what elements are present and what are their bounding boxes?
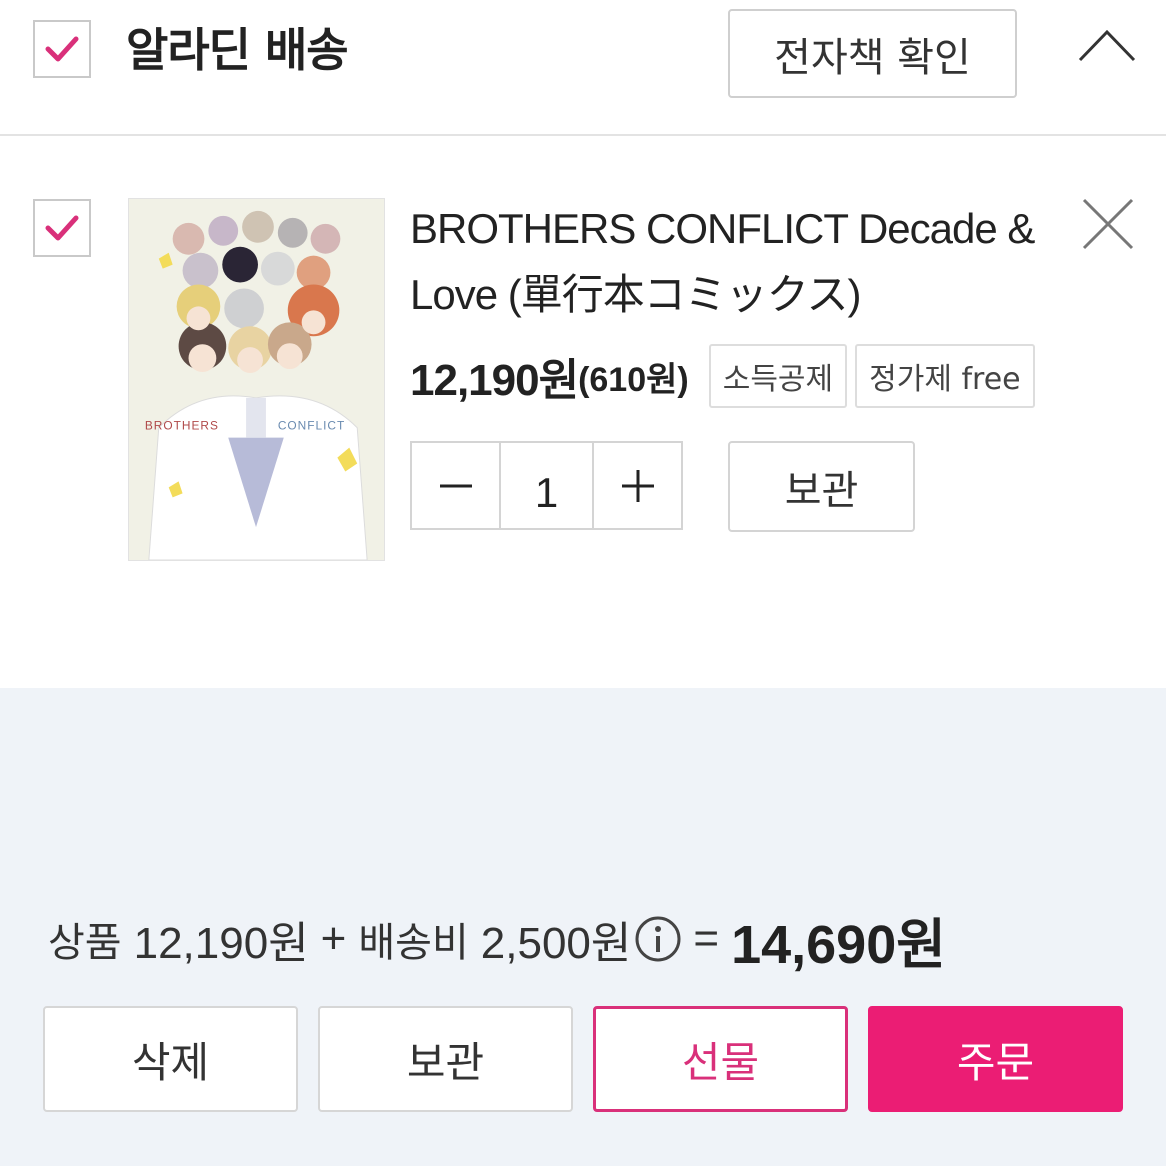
item-point: (610원) — [578, 360, 689, 399]
tag-fixed-price-free: 정가제 free — [855, 344, 1035, 408]
cover-text-right: CONFLICT — [278, 419, 345, 433]
total-amount: 14,690원 — [731, 914, 946, 975]
group-title: 알라딘 배송 — [126, 23, 349, 77]
cover-text-left: BROTHERS — [145, 419, 219, 433]
check-icon — [45, 215, 79, 241]
delete-button[interactable]: 삭제 — [43, 1006, 298, 1112]
tag-income-deduction: 소득공제 — [708, 344, 848, 408]
shipping-label: 배송비 — [358, 920, 469, 966]
price-summary: 상품 12,190원 + 배송비 2,500원 = 14,690원 — [48, 903, 946, 975]
chevron-up-icon[interactable] — [1076, 26, 1138, 66]
item-title-line1: BROTHERS CONFLICT Decade & — [410, 205, 1035, 252]
minus-icon — [439, 484, 472, 487]
quantity-input[interactable]: 1 — [501, 443, 594, 528]
keep-button[interactable]: 보관 — [318, 1006, 573, 1112]
increase-button[interactable] — [594, 443, 681, 528]
equals-sign: = — [693, 914, 720, 963]
shipping-amount: 2,500원 — [480, 919, 632, 968]
ebook-check-button[interactable]: 전자책 확인 — [728, 9, 1017, 98]
shipping-group-header: 알라딘 배송 전자책 확인 — [0, 0, 1166, 136]
quantity-stepper: 1 — [410, 441, 683, 530]
item-keep-button[interactable]: 보관 — [728, 441, 915, 532]
select-all-checkbox[interactable] — [33, 20, 91, 78]
item-price: 12,190원 — [410, 356, 579, 405]
decrease-button[interactable] — [412, 443, 501, 528]
close-icon[interactable] — [1080, 196, 1136, 252]
order-summary-panel: 상품 12,190원 + 배송비 2,500원 = 14,690원 삭제 보관 … — [0, 688, 1166, 1166]
info-icon[interactable] — [633, 914, 683, 964]
action-buttons: 삭제 보관 선물 주문 — [43, 1006, 1123, 1112]
price-row: 12,190원 (610원) 소득공제 정가제 free — [410, 344, 1035, 408]
order-button[interactable]: 주문 — [868, 1006, 1123, 1112]
products-amount: 12,190원 — [133, 919, 309, 968]
check-icon — [45, 36, 79, 62]
plus-sign: + — [320, 914, 347, 963]
plus-icon — [621, 469, 654, 502]
products-label: 상품 — [48, 920, 122, 966]
item-title-line2: Love (單行本コミックス) — [410, 271, 861, 318]
gift-button[interactable]: 선물 — [593, 1006, 848, 1112]
cart-item: BROTHERS CONFLICT BROTHERS CONFLICT Deca… — [0, 138, 1166, 688]
book-cover-image[interactable]: BROTHERS CONFLICT — [128, 198, 385, 561]
item-checkbox[interactable] — [33, 199, 91, 257]
item-title[interactable]: BROTHERS CONFLICT Decade & Love (單行本コミック… — [410, 196, 1050, 328]
